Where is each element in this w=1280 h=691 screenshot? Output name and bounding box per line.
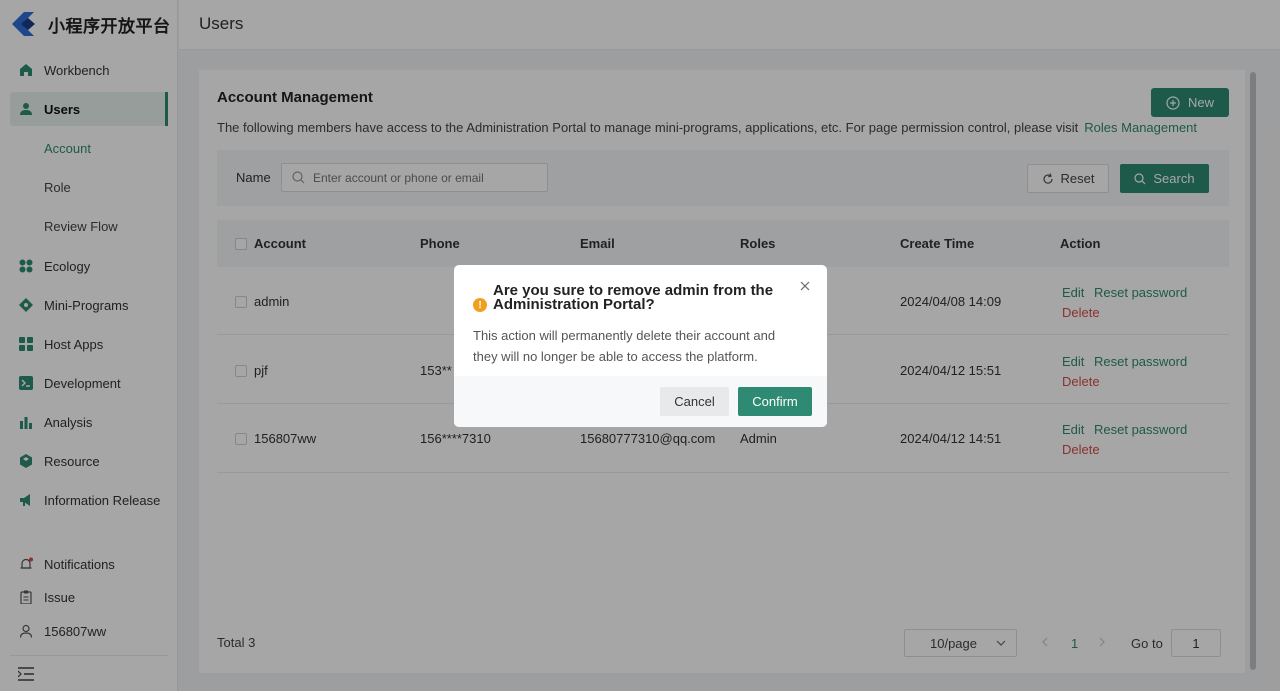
dialog-footer: Cancel Confirm	[454, 376, 827, 427]
cancel-button[interactable]: Cancel	[660, 387, 729, 416]
close-icon[interactable]	[799, 280, 813, 294]
confirm-delete-dialog: ! Are you sure to remove admin from the …	[454, 265, 827, 427]
dialog-body: This action will permanently delete thei…	[473, 328, 776, 364]
confirm-button[interactable]: Confirm	[738, 387, 812, 416]
dialog-title: Are you sure to remove admin from the Ad…	[493, 282, 774, 313]
warning-icon: !	[473, 298, 487, 312]
